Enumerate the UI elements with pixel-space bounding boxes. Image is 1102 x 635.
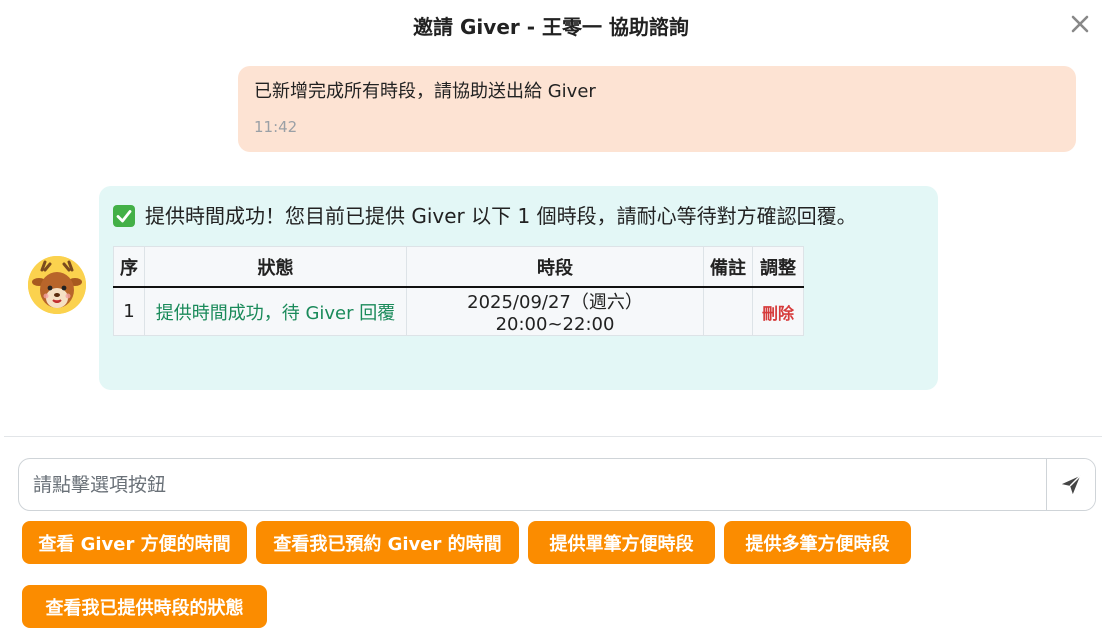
deer-avatar-icon [28,256,86,314]
divider [4,436,1102,437]
time-slot-table: 序 狀態 時段 備註 調整 1 提供時間成功，待 Giver 回覆 2025/0… [113,246,804,336]
user-message-bubble: 已新增完成所有時段，請協助送出給 Giver 11:42 [238,66,1076,152]
dialog-title: 邀請 Giver - 王零一 協助諮詢 [413,14,689,39]
table-header-row: 序 狀態 時段 備註 調整 [113,246,804,288]
view-slot-status-button[interactable]: 查看我已提供時段的狀態 [22,585,267,628]
bot-message-text: 提供時間成功！您目前已提供 Giver 以下 1 個時段，請耐心等待對方確認回覆… [145,204,857,228]
invite-giver-dialog: 邀請 Giver - 王零一 協助諮詢 已新增完成所有時段，請協助送出給 Giv… [0,0,1102,635]
provide-single-slot-button[interactable]: 提供單筆方便時段 [528,521,715,564]
header-slot: 時段 [406,246,704,288]
send-icon [1061,474,1081,494]
bot-message-content: 提供時間成功！您目前已提供 Giver 以下 1 個時段，請耐心等待對方確認回覆… [113,200,903,232]
close-button[interactable] [1068,12,1092,36]
header-note: 備註 [703,246,753,288]
cell-note [703,286,753,336]
view-giver-availability-button[interactable]: 查看 Giver 方便的時間 [22,521,247,564]
message-input-bar [18,458,1096,511]
close-icon [1071,15,1089,33]
cell-slot: 2025/09/27（週六）20:00~22:00 [406,286,704,336]
user-message-time: 11:42 [254,118,298,136]
message-input[interactable] [19,459,1046,510]
user-message-text: 已新增完成所有時段，請協助送出給 Giver [254,81,596,102]
dialog-header: 邀請 Giver - 王零一 協助諮詢 [0,0,1102,50]
send-button[interactable] [1046,459,1095,510]
bot-message-bubble: 提供時間成功！您目前已提供 Giver 以下 1 個時段，請耐心等待對方確認回覆… [99,186,938,390]
chat-area[interactable]: 已新增完成所有時段，請協助送出給 Giver 11:42 提供時間成功！您目前已… [0,50,1102,436]
provide-multiple-slots-button[interactable]: 提供多筆方便時段 [724,521,911,564]
cell-status: 提供時間成功，待 Giver 回覆 [144,286,407,336]
cell-action: 刪除 [752,286,804,336]
delete-button[interactable]: 刪除 [762,304,794,323]
header-status: 狀態 [144,246,407,288]
header-index: 序 [113,246,145,288]
check-mark-icon [113,205,135,227]
table-row: 1 提供時間成功，待 Giver 回覆 2025/09/27（週六）20:00~… [113,286,804,336]
header-action: 調整 [752,246,804,288]
view-my-bookings-button[interactable]: 查看我已預約 Giver 的時間 [256,521,519,564]
cell-index: 1 [113,286,145,336]
